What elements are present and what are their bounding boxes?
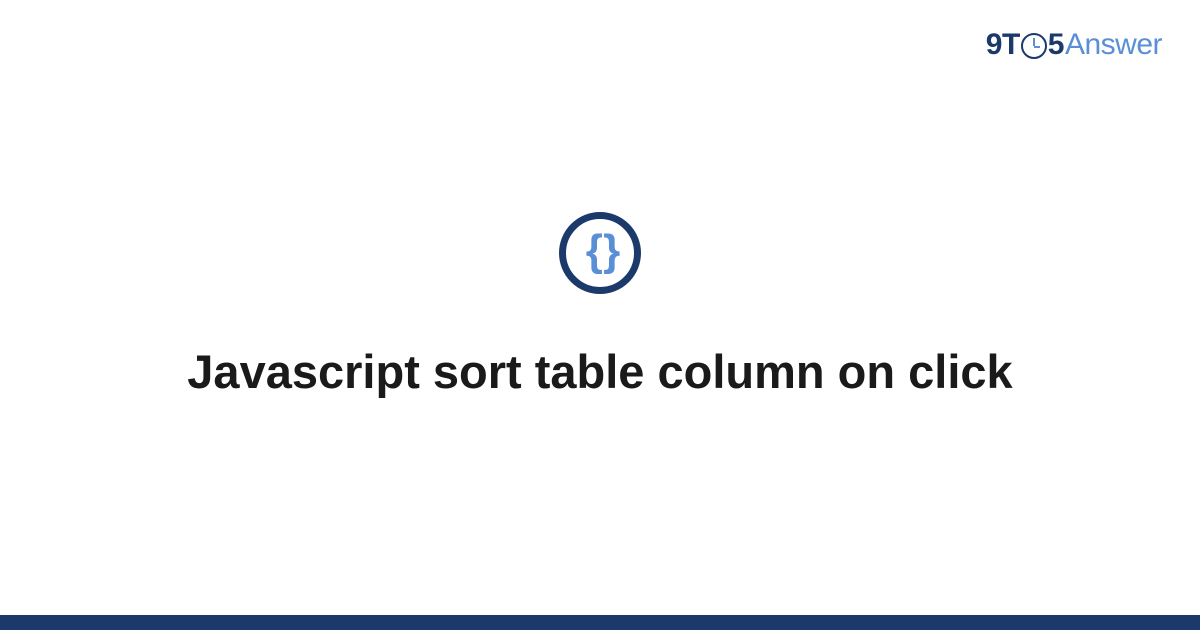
code-braces-icon: { } [586,229,614,273]
page-title: Javascript sort table column on click [187,342,1012,402]
main-content: { } Javascript sort table column on clic… [0,0,1200,615]
bottom-accent-bar [0,615,1200,630]
category-icon-circle: { } [559,212,641,294]
